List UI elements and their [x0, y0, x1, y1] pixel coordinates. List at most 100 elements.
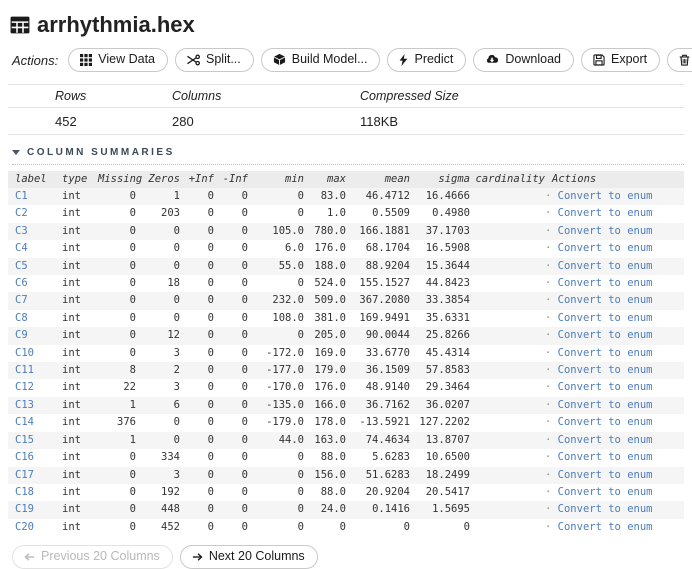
export-button[interactable]: Export	[581, 48, 660, 72]
split-button[interactable]: Split...	[175, 48, 254, 72]
table-header-row: label type Missing Zeros +Inf -Inf min m…	[8, 171, 684, 188]
column-label-link[interactable]: C16	[15, 451, 34, 463]
convert-to-enum-link[interactable]: Convert to enum	[558, 242, 653, 254]
column-label-link[interactable]: C3	[15, 225, 28, 237]
column-label-link[interactable]: C19	[15, 503, 34, 515]
caret-down-icon	[12, 150, 20, 155]
table-icon	[10, 16, 30, 34]
cell-sigma: 37.1703	[410, 223, 470, 240]
convert-to-enum-link[interactable]: Convert to enum	[558, 416, 653, 428]
build-model-button[interactable]: Build Model...	[261, 48, 381, 72]
table-row: C20int0452000000· Convert to enum	[8, 519, 684, 536]
cell-min: 232.0	[248, 292, 304, 309]
cell-label: C13	[8, 397, 62, 414]
download-button[interactable]: Download	[473, 48, 574, 72]
cell-mean: 74.4634	[346, 432, 410, 449]
convert-to-enum-link[interactable]: Convert to enum	[558, 207, 653, 219]
cell-pos-inf: 0	[180, 275, 214, 292]
convert-to-enum-link[interactable]: Convert to enum	[558, 347, 653, 359]
column-label-link[interactable]: C9	[15, 329, 28, 341]
next-columns-button[interactable]: Next 20 Columns	[180, 545, 318, 569]
cell-missing: 0	[98, 292, 136, 309]
cell-min: 105.0	[248, 223, 304, 240]
convert-to-enum-link[interactable]: Convert to enum	[558, 260, 653, 272]
cell-missing: 0	[98, 223, 136, 240]
column-label-link[interactable]: C5	[15, 260, 28, 272]
page-header: arrhythmia.hex	[10, 12, 684, 38]
column-label-link[interactable]: C8	[15, 312, 28, 324]
cell-mean: 0	[346, 519, 410, 536]
cell-missing: 0	[98, 240, 136, 257]
column-label-link[interactable]: C11	[15, 364, 34, 376]
column-label-link[interactable]: C6	[15, 277, 28, 289]
convert-to-enum-link[interactable]: Convert to enum	[558, 381, 653, 393]
cell-label: C3	[8, 223, 62, 240]
cell-neg-inf: 0	[214, 275, 248, 292]
convert-to-enum-link[interactable]: Convert to enum	[558, 225, 653, 237]
convert-to-enum-link[interactable]: Convert to enum	[558, 277, 653, 289]
convert-to-enum-link[interactable]: Convert to enum	[558, 190, 653, 202]
cell-missing: 0	[98, 188, 136, 205]
column-label-link[interactable]: C10	[15, 347, 34, 359]
convert-to-enum-link[interactable]: Convert to enum	[558, 329, 653, 341]
cell-neg-inf: 0	[214, 240, 248, 257]
column-label-link[interactable]: C4	[15, 242, 28, 254]
convert-to-enum-link[interactable]: Convert to enum	[558, 486, 653, 498]
cell-sigma: 25.8266	[410, 327, 470, 344]
cell-missing: 0	[98, 519, 136, 536]
cell-type: int	[62, 327, 98, 344]
column-summaries-section-header[interactable]: COLUMN SUMMARIES	[12, 147, 684, 165]
convert-to-enum-link[interactable]: Convert to enum	[558, 521, 653, 533]
frame-stats-headers: Rows Columns Compressed Size	[8, 85, 684, 108]
convert-to-enum-link[interactable]: Convert to enum	[558, 312, 653, 324]
convert-to-enum-link[interactable]: Convert to enum	[558, 364, 653, 376]
view-data-button[interactable]: View Data	[68, 48, 168, 72]
column-label-link[interactable]: C7	[15, 294, 28, 306]
cell-label: C9	[8, 327, 62, 344]
compressed-size-value: 118KB	[360, 114, 684, 129]
previous-columns-button[interactable]: Previous 20 Columns	[12, 545, 173, 569]
cell-min: 0	[248, 275, 304, 292]
convert-to-enum-link[interactable]: Convert to enum	[558, 399, 653, 411]
col-header-pos-inf: +Inf	[180, 171, 214, 188]
column-label-link[interactable]: C14	[15, 416, 34, 428]
cell-max: 166.0	[304, 397, 346, 414]
split-label: Split...	[206, 52, 241, 67]
cell-zeros: 3	[136, 379, 180, 396]
convert-to-enum-link[interactable]: Convert to enum	[558, 451, 653, 463]
predict-button[interactable]: Predict	[387, 48, 466, 72]
bullet-separator: ·	[545, 381, 551, 393]
cell-neg-inf: 0	[214, 362, 248, 379]
columns-value: 280	[172, 114, 360, 129]
column-label-link[interactable]: C13	[15, 399, 34, 411]
table-row: C6int018000524.0155.152744.8423· Convert…	[8, 275, 684, 292]
convert-to-enum-link[interactable]: Convert to enum	[558, 294, 653, 306]
cell-label: C7	[8, 292, 62, 309]
column-label-link[interactable]: C12	[15, 381, 34, 393]
cell-missing: 0	[98, 275, 136, 292]
column-label-link[interactable]: C18	[15, 486, 34, 498]
cell-mean: 20.9204	[346, 484, 410, 501]
cell-cardinality	[470, 484, 545, 501]
convert-to-enum-link[interactable]: Convert to enum	[558, 503, 653, 515]
cell-pos-inf: 0	[180, 501, 214, 518]
cell-missing: 0	[98, 449, 136, 466]
predict-label: Predict	[414, 52, 453, 67]
delete-button[interactable]: Delete	[667, 48, 692, 72]
col-header-zeros: Zeros	[136, 171, 180, 188]
cell-sigma: 33.3854	[410, 292, 470, 309]
column-label-link[interactable]: C2	[15, 207, 28, 219]
column-label-link[interactable]: C1	[15, 190, 28, 202]
cell-actions: · Convert to enum	[545, 467, 684, 484]
compressed-size-header: Compressed Size	[360, 89, 684, 103]
column-label-link[interactable]: C15	[15, 434, 34, 446]
convert-to-enum-link[interactable]: Convert to enum	[558, 434, 653, 446]
column-label-link[interactable]: C17	[15, 469, 34, 481]
bullet-separator: ·	[545, 190, 551, 202]
column-summaries-table: label type Missing Zeros +Inf -Inf min m…	[8, 171, 684, 536]
column-label-link[interactable]: C20	[15, 521, 34, 533]
bolt-icon	[399, 54, 408, 66]
cell-label: C15	[8, 432, 62, 449]
convert-to-enum-link[interactable]: Convert to enum	[558, 469, 653, 481]
cell-mean: 36.1509	[346, 362, 410, 379]
